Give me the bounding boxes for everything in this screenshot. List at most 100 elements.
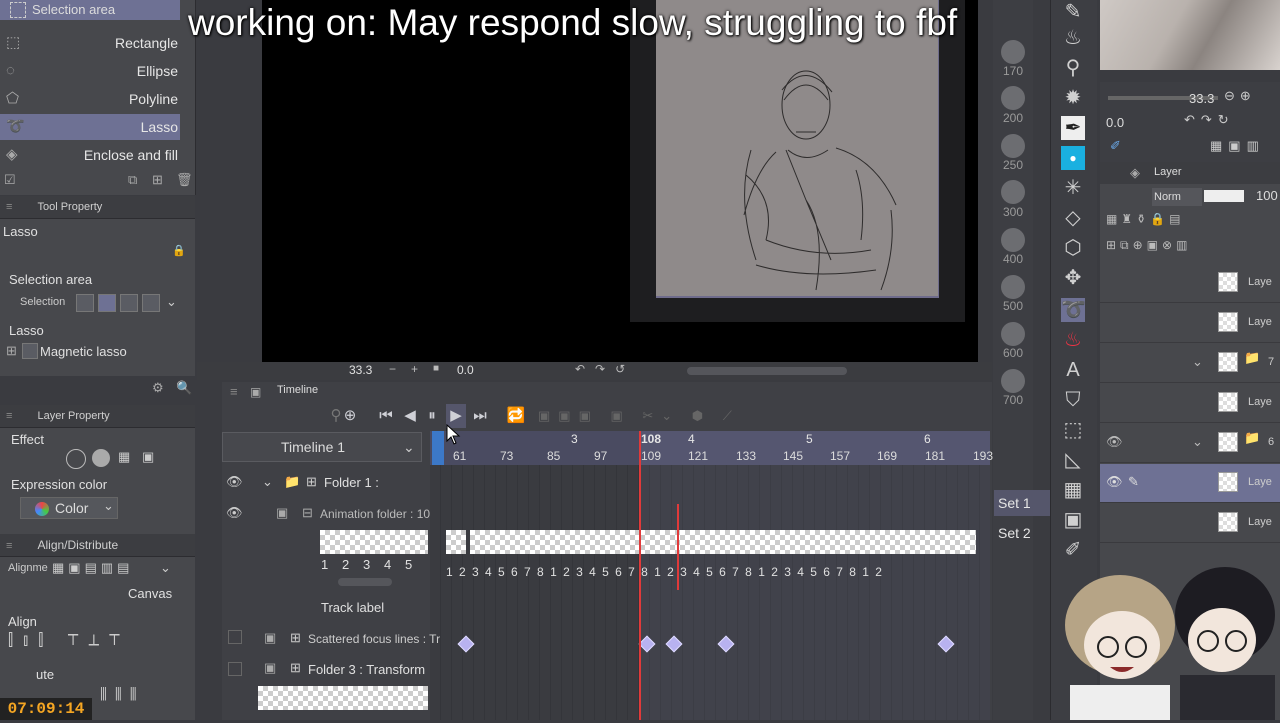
navigator-rotate-buttons[interactable]: ↶↷↻ (1184, 112, 1235, 128)
rotation-value[interactable]: 0.0 (457, 363, 474, 377)
loop-icon[interactable]: 🔁 (506, 404, 526, 428)
timeline-select[interactable]: Timeline 1 ⌄ (222, 432, 422, 462)
set-1-button[interactable]: Set 1 (994, 490, 1050, 516)
brush-size-dot[interactable] (1001, 322, 1025, 346)
scattered-focus-track[interactable]: Scattered focus lines : Tr (308, 632, 440, 646)
layer-row-selected[interactable]: 👁 ✎ Laye (1100, 464, 1280, 503)
last-frame-icon[interactable]: ⏭ (470, 404, 490, 428)
rotate-controls[interactable]: ↶↷↺ (575, 362, 635, 376)
brush-size-dot[interactable] (1001, 40, 1025, 64)
playhead[interactable] (639, 431, 641, 720)
pen-icon[interactable]: ✒ (1061, 116, 1085, 140)
track-label-row[interactable]: Track label (321, 600, 384, 615)
cel-thumbnails[interactable] (320, 530, 428, 554)
subtool-settings-icon[interactable]: ☑ (4, 172, 16, 188)
chevron-down-icon[interactable]: ⌄ (1192, 354, 1203, 370)
brush-size-dot[interactable] (1001, 275, 1025, 299)
previous-frame-icon[interactable]: ◀ (400, 404, 420, 428)
sparkle-icon[interactable]: ✳ (1061, 176, 1085, 200)
animation-folder-track[interactable]: Animation folder : 10 (320, 507, 430, 521)
brush-size-value[interactable]: 500 (993, 299, 1033, 313)
layer-color-icon[interactable]: ▣ (142, 449, 154, 465)
frame-cells[interactable] (470, 530, 976, 554)
chevron-down-icon[interactable]: ⌄ (1192, 434, 1203, 450)
chevron-down-icon[interactable]: ⌄ (166, 294, 177, 310)
expand-icon[interactable]: ⊞ (306, 474, 317, 490)
layer-row[interactable]: Laye (1100, 384, 1280, 423)
cel-scrollbar[interactable] (338, 578, 392, 586)
timeline-tab[interactable]: Timeline (277, 384, 318, 396)
copy-subtool-icon[interactable]: ⧉ (128, 172, 137, 188)
eye-icon[interactable]: 👁 (226, 474, 243, 490)
navigator-pen-icon[interactable]: ✐ (1110, 138, 1121, 154)
layer-row[interactable]: Laye (1100, 264, 1280, 303)
lock-icon[interactable]: 🔒 (172, 244, 186, 257)
brush-size-dot[interactable] (1001, 86, 1025, 110)
subtract-selection-button[interactable] (120, 294, 138, 312)
zoom-in-timeline-icon[interactable]: ⊕ (340, 404, 360, 428)
expand-icon[interactable]: ⊞ (290, 630, 301, 646)
align-buttons[interactable]: ⫿⫾⫿ ⊤⊥⊤ (8, 632, 130, 650)
brush-size-value[interactable]: 170 (993, 64, 1033, 78)
add-selection-button[interactable] (98, 294, 116, 312)
brush-size-value[interactable]: 700 (993, 393, 1033, 407)
brush-size-value[interactable]: 250 (993, 158, 1033, 172)
expand-icon[interactable]: ⊞ (290, 660, 301, 676)
sub-tool-group-header[interactable]: Selection area (0, 0, 180, 20)
gradient-icon[interactable]: ▣ (1061, 508, 1085, 532)
figure-icon[interactable]: ◺ (1061, 448, 1085, 472)
folder-1-track[interactable]: Folder 1 : (324, 475, 379, 490)
zoom-out-icon[interactable]: − (389, 362, 396, 376)
subtool-lasso[interactable]: ➰ Lasso (0, 114, 180, 140)
extract-line-icon[interactable] (92, 449, 110, 467)
canvas-paper[interactable] (656, 0, 939, 298)
eraser-icon[interactable]: ◇ (1061, 206, 1085, 230)
add-subtool-icon[interactable]: ⊞ (152, 172, 163, 188)
eye-icon[interactable]: 👁 (1106, 434, 1123, 450)
brush-size-dot[interactable] (1001, 180, 1025, 204)
subtool-enclose-fill[interactable]: ◈ Enclose and fill (0, 142, 180, 168)
folder-3-frames[interactable] (258, 686, 428, 710)
layer-row[interactable]: Laye (1100, 504, 1280, 543)
layer-lock-buttons[interactable]: ▦♜⚱🔒▤ (1106, 212, 1184, 226)
navigator-grid-buttons[interactable]: ▦▣▥ (1210, 138, 1265, 154)
alignment-mode-buttons[interactable]: ▦▣▤▥▤ (52, 560, 133, 576)
lasso-tool-icon[interactable]: ➰ (1061, 298, 1086, 322)
brush-size-dot[interactable] (1001, 228, 1025, 252)
border-effect-icon[interactable] (66, 449, 86, 469)
tone-icon[interactable]: ▦ (118, 449, 130, 465)
eyedropper-icon[interactable]: ✎ (1061, 0, 1085, 24)
set-2-button[interactable]: Set 2 (994, 520, 1050, 546)
decoration-icon[interactable]: ♨ (1061, 328, 1085, 352)
brush-size-value[interactable]: 200 (993, 111, 1033, 125)
subtool-polyline[interactable]: ⬠ Polyline (0, 86, 180, 112)
chevron-down-icon[interactable]: ⌄ (262, 474, 273, 490)
layer-action-buttons[interactable]: ⊞⧉⊕▣⊗▥ (1106, 238, 1191, 253)
subtool-ellipse[interactable]: ◌ Ellipse (0, 58, 180, 84)
navigator-zoom[interactable]: 33.3 (1189, 91, 1214, 106)
brush-size-dot[interactable] (1001, 134, 1025, 158)
grip-icon[interactable]: ≡ (6, 535, 12, 557)
new-selection-button[interactable] (76, 294, 94, 312)
brush-size-value[interactable]: 300 (993, 205, 1033, 219)
track-checkbox[interactable] (228, 662, 242, 676)
navigator-zoom-buttons[interactable]: ⊖⊕ (1224, 88, 1256, 104)
dot-pen-icon[interactable]: ● (1061, 146, 1085, 170)
brush-size-value[interactable]: 400 (993, 252, 1033, 266)
intersect-selection-button[interactable] (142, 294, 160, 312)
frame-icon[interactable]: ▦ (1061, 478, 1085, 502)
brush-size-value[interactable]: 600 (993, 346, 1033, 360)
first-frame-icon[interactable]: ⏮ (376, 404, 396, 428)
delete-subtool-icon[interactable]: 🗑 (176, 172, 193, 188)
layer-folder-row[interactable]: 👁 ⌄ 📁 6 (1100, 424, 1280, 463)
frame-cells[interactable] (446, 530, 466, 554)
navigator-angle[interactable]: 0.0 (1106, 115, 1124, 130)
layer-opacity[interactable]: 100 (1256, 188, 1278, 203)
navigator-preview[interactable] (1100, 0, 1280, 70)
wrench-icon[interactable]: ⚙ (152, 380, 164, 396)
timeline-track-area[interactable] (430, 465, 990, 720)
timeline-ruler[interactable]: 3 4 5 6 108 61 73 85 97 109 121 133 145 … (430, 431, 993, 465)
smudge-icon[interactable]: ♨ (1061, 26, 1085, 50)
horizontal-scrollbar[interactable] (687, 367, 847, 375)
expand-icon[interactable]: ⊞ (6, 343, 17, 359)
